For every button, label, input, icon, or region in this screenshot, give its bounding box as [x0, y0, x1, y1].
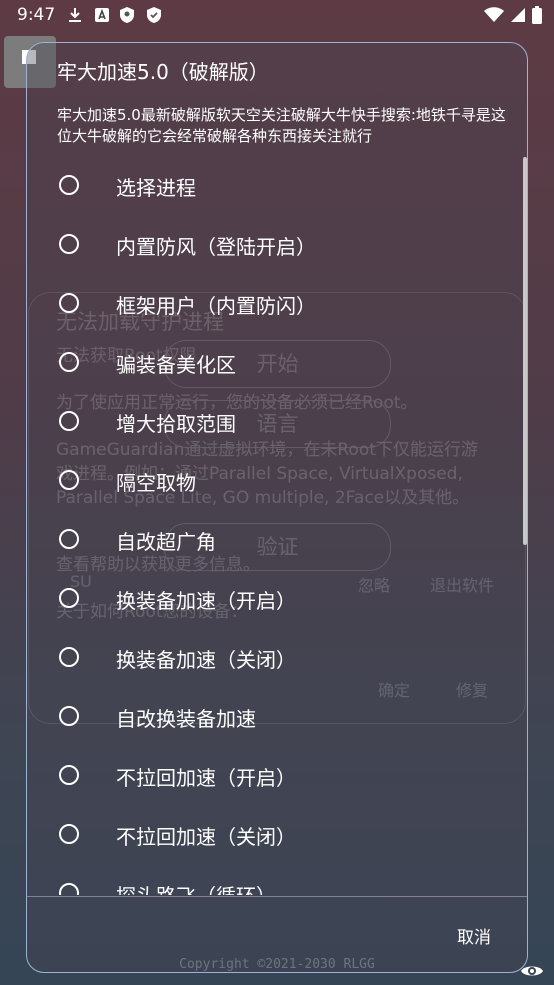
radio-button[interactable]: [59, 175, 79, 195]
option-item[interactable]: 内置防风（登陆开启）: [27, 216, 527, 275]
list-scrollbar[interactable]: [523, 157, 527, 545]
option-label: 换装备加速（关闭）: [116, 648, 296, 672]
option-item[interactable]: 不拉回加速（关闭）: [27, 806, 527, 865]
option-label: 隔空取物: [116, 471, 196, 495]
radio-button[interactable]: [59, 588, 79, 608]
option-item[interactable]: 自改换装备加速: [27, 688, 527, 747]
option-label: 不拉回加速（关闭）: [116, 825, 296, 849]
radio-button[interactable]: [59, 647, 79, 667]
dialog-description: 牢大加速5.0最新破解版软天空关注破解大牛快手搜索:地铁千寻是这位大牛破解的它会…: [57, 106, 506, 145]
option-label: 框架用户（内置防闪）: [116, 294, 316, 318]
option-item[interactable]: 骗装备美化区: [27, 334, 527, 393]
option-list[interactable]: 选择进程 内置防风（登陆开启） 框架用户（内置防闪） 骗装备美化区 增大拾取范围…: [27, 157, 527, 895]
radio-button[interactable]: [59, 293, 79, 313]
option-label: 换装备加速（开启）: [116, 589, 296, 613]
option-item[interactable]: 探头路飞（循环）: [27, 865, 527, 895]
option-item[interactable]: 增大拾取范围: [27, 393, 527, 452]
radio-button[interactable]: [59, 824, 79, 844]
radio-button[interactable]: [59, 352, 79, 372]
option-item[interactable]: 选择进程: [27, 157, 527, 216]
option-label: 探头路飞（循环）: [116, 880, 276, 895]
selection-dialog: 牢大加速5.0（破解版） 牢大加速5.0最新破解版软天空关注破解大牛快手搜索:地…: [26, 42, 528, 973]
radio-button[interactable]: [59, 529, 79, 549]
option-label: 选择进程: [116, 176, 196, 200]
radio-button[interactable]: [59, 765, 79, 785]
cancel-button[interactable]: 取消: [457, 923, 491, 948]
option-label: 骗装备美化区: [116, 353, 236, 377]
option-label: 自改换装备加速: [116, 707, 256, 731]
option-label: 不拉回加速（开启）: [116, 766, 296, 790]
radio-button[interactable]: [59, 470, 79, 490]
option-label: 自改超广角: [116, 530, 216, 554]
radio-button[interactable]: [59, 883, 79, 895]
option-label: 增大拾取范围: [116, 412, 236, 436]
radio-button[interactable]: [59, 234, 79, 254]
copyright-text: Copyright ©2021-2030 RLGG: [179, 957, 375, 972]
option-item[interactable]: 换装备加速（开启）: [27, 570, 527, 629]
option-item[interactable]: 不拉回加速（开启）: [27, 747, 527, 806]
option-item[interactable]: 隔空取物: [27, 452, 527, 511]
option-item[interactable]: 框架用户（内置防闪）: [27, 275, 527, 334]
dialog-title: 牢大加速5.0（破解版）: [57, 60, 269, 84]
radio-button[interactable]: [59, 706, 79, 726]
dialog-divider: [27, 896, 527, 897]
option-item[interactable]: 自改超广角: [27, 511, 527, 570]
eye-icon[interactable]: [520, 962, 544, 980]
option-item[interactable]: 换装备加速（关闭）: [27, 629, 527, 688]
radio-button[interactable]: [59, 411, 79, 431]
option-label: 内置防风（登陆开启）: [116, 235, 316, 259]
